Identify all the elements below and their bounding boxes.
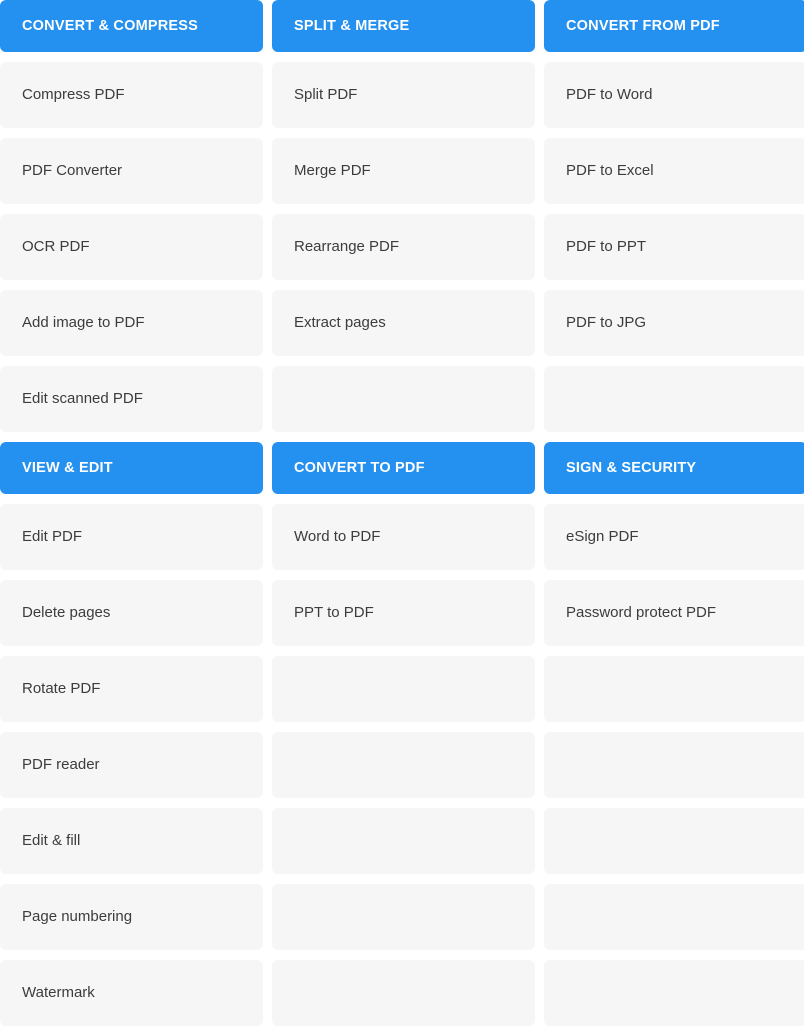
section-header-sign-and-security[interactable]: SIGN & SECURITY <box>544 442 804 494</box>
empty-cell <box>544 960 804 1026</box>
empty-cell <box>272 884 535 950</box>
tool-item-page-numbering[interactable]: Page numbering <box>0 884 263 950</box>
tool-item-pdf-converter[interactable]: PDF Converter <box>0 138 263 204</box>
tool-item-label: PDF to Excel <box>566 162 654 179</box>
tool-row: Edit PDF Word to PDF eSign PDF <box>0 504 804 570</box>
tool-item-merge-pdf[interactable]: Merge PDF <box>272 138 535 204</box>
section-header-label: CONVERT TO PDF <box>294 459 425 476</box>
tool-item-delete-pages[interactable]: Delete pages <box>0 580 263 646</box>
tool-item-label: Split PDF <box>294 86 358 103</box>
tool-item-label: PDF Converter <box>22 162 123 179</box>
section-header-label: SPLIT & MERGE <box>294 17 410 34</box>
tool-item-edit-and-fill[interactable]: Edit & fill <box>0 808 263 874</box>
tool-row: PDF reader <box>0 732 804 798</box>
empty-cell <box>544 808 804 874</box>
tool-item-split-pdf[interactable]: Split PDF <box>272 62 535 128</box>
tool-row: OCR PDF Rearrange PDF PDF to PPT <box>0 214 804 280</box>
tool-item-label: PDF to JPG <box>566 314 647 331</box>
empty-cell <box>544 656 804 722</box>
tool-item-label: PPT to PDF <box>294 604 374 621</box>
tool-row: Add image to PDF Extract pages PDF to JPG <box>0 290 804 356</box>
tool-item-add-image-to-pdf[interactable]: Add image to PDF <box>0 290 263 356</box>
tool-item-label: Delete pages <box>22 604 111 621</box>
section-header-label: SIGN & SECURITY <box>566 459 697 476</box>
tool-row: Delete pages PPT to PDF Password protect P… <box>0 580 804 646</box>
tool-item-pdf-to-ppt[interactable]: PDF to PPT <box>544 214 804 280</box>
section-header-label: CONVERT & COMPRESS <box>22 17 199 34</box>
tool-item-label: OCR PDF <box>22 238 90 255</box>
tool-item-label: Word to PDF <box>294 528 381 545</box>
section-header-label: CONVERT FROM PDF <box>566 17 720 34</box>
tool-item-label: PDF reader <box>22 756 100 773</box>
section-header-row: VIEW & EDIT CONVERT TO PDF SIGN & SECURITY <box>0 442 804 494</box>
tool-item-pdf-reader[interactable]: PDF reader <box>0 732 263 798</box>
tool-item-label: Add image to PDF <box>22 314 145 331</box>
tool-row: Rotate PDF <box>0 656 804 722</box>
tool-item-label: eSign PDF <box>566 528 639 545</box>
tool-item-esign-pdf[interactable]: eSign PDF <box>544 504 804 570</box>
tool-item-label: Rearrange PDF <box>294 238 400 255</box>
tool-row: PDF Converter Merge PDF PDF to Excel <box>0 138 804 204</box>
tool-item-compress-pdf[interactable]: Compress PDF <box>0 62 263 128</box>
section-header-split-and-merge[interactable]: SPLIT & MERGE <box>272 0 535 52</box>
tool-item-word-to-pdf[interactable]: Word to PDF <box>272 504 535 570</box>
tool-item-pdf-to-word[interactable]: PDF to Word <box>544 62 804 128</box>
tool-row: Compress PDF Split PDF PDF to Word <box>0 62 804 128</box>
tool-item-label: Page numbering <box>22 908 133 925</box>
tool-item-label: Edit & fill <box>22 832 81 849</box>
tool-item-label: Merge PDF <box>294 162 371 179</box>
tool-row: Edit & fill <box>0 808 804 874</box>
tool-item-watermark[interactable]: Watermark <box>0 960 263 1026</box>
tool-item-edit-scanned-pdf[interactable]: Edit scanned PDF <box>0 366 263 432</box>
tool-item-ocr-pdf[interactable]: OCR PDF <box>0 214 263 280</box>
tool-item-label: Compress PDF <box>22 86 125 103</box>
tool-item-label: Extract pages <box>294 314 386 331</box>
section-header-convert-and-compress[interactable]: CONVERT & COMPRESS <box>0 0 263 52</box>
tool-row: Edit scanned PDF <box>0 366 804 432</box>
section-header-row: CONVERT & COMPRESS SPLIT & MERGE CONVERT F… <box>0 0 804 52</box>
tool-item-label: PDF to PPT <box>566 238 647 255</box>
tool-item-rotate-pdf[interactable]: Rotate PDF <box>0 656 263 722</box>
empty-cell <box>272 960 535 1026</box>
tool-item-label: Rotate PDF <box>22 680 101 697</box>
tool-item-pdf-to-excel[interactable]: PDF to Excel <box>544 138 804 204</box>
section-header-convert-from-pdf[interactable]: CONVERT FROM PDF <box>544 0 804 52</box>
tool-row: Watermark <box>0 960 804 1026</box>
tool-item-edit-pdf[interactable]: Edit PDF <box>0 504 263 570</box>
tool-item-label: Edit PDF <box>22 528 83 545</box>
pdf-tools-grid: CONVERT & COMPRESS SPLIT & MERGE CONVERT F… <box>0 0 804 1026</box>
tool-item-pdf-to-jpg[interactable]: PDF to JPG <box>544 290 804 356</box>
empty-cell <box>272 808 535 874</box>
section-header-view-and-edit[interactable]: VIEW & EDIT <box>0 442 263 494</box>
tool-row: Page numbering <box>0 884 804 950</box>
section-header-label: VIEW & EDIT <box>22 459 113 476</box>
empty-cell <box>544 732 804 798</box>
tool-item-label: PDF to Word <box>566 86 653 103</box>
tool-item-rearrange-pdf[interactable]: Rearrange PDF <box>272 214 535 280</box>
empty-cell <box>272 656 535 722</box>
empty-cell <box>272 366 535 432</box>
section-header-convert-to-pdf[interactable]: CONVERT TO PDF <box>272 442 535 494</box>
empty-cell <box>544 366 804 432</box>
tool-item-extract-pages[interactable]: Extract pages <box>272 290 535 356</box>
empty-cell <box>272 732 535 798</box>
tool-item-label: Password protect PDF <box>566 604 717 621</box>
tool-item-label: Edit scanned PDF <box>22 390 143 407</box>
tool-item-label: Watermark <box>22 984 95 1001</box>
tool-item-password-protect-pdf[interactable]: Password protect PDF <box>544 580 804 646</box>
tool-item-ppt-to-pdf[interactable]: PPT to PDF <box>272 580 535 646</box>
empty-cell <box>544 884 804 950</box>
